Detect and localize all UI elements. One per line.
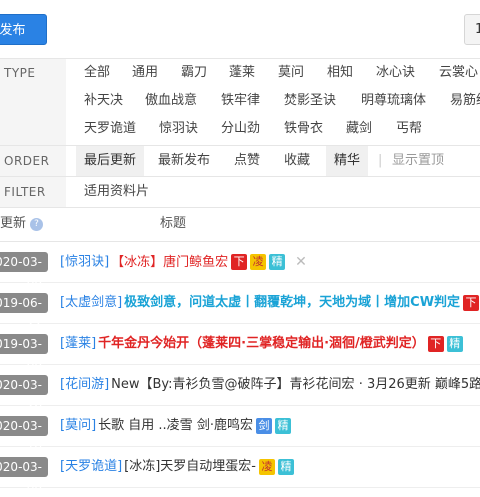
order-last-updated[interactable]: 最后更新	[76, 146, 145, 176]
date-badge: 2020-03-08	[0, 252, 48, 289]
filter-row: FILTER 适用资料片	[0, 177, 480, 208]
date-badge: 2020-03-08	[0, 457, 48, 494]
type-tags: 全部 通用 霸刀 蓬莱 莫问 相知 冰心诀 云裳心 补天决 傲血战意 铁牢律 焚…	[66, 59, 480, 143]
label-badge: 精	[269, 254, 286, 270]
category-link[interactable]: [惊羽诀]	[60, 255, 109, 270]
category-link[interactable]: [花间游]	[60, 377, 109, 392]
type-filter-row: TYPE 全部 通用 霸刀 蓬莱 莫问 相知 冰心诀 云裳心 补天决 傲血战意 …	[0, 59, 480, 146]
type-tag[interactable]: 蓬莱	[229, 59, 255, 87]
table-row[interactable]: 2019-06-22 [太虚剑意]极致剑意，问道太虚丨翻覆乾坤，天地为域丨增加CW…	[0, 283, 480, 330]
category-link[interactable]: [莫问]	[60, 418, 96, 433]
order-likes[interactable]: 点赞	[226, 146, 268, 176]
close-icon[interactable]: ✕	[295, 254, 307, 270]
row-content: [花间游] New【By:青衫负雪@破阵子】青衫花间宏 · 3月26更新 巅峰5路	[60, 365, 480, 405]
category-link[interactable]: [天罗诡道]	[60, 459, 122, 474]
table-row[interactable]: 2019-03-08 [蓬莱]千年金丹今始开（蓬莱四·三掌稳定输出·涸徊/橙武判定…	[0, 324, 480, 371]
label-badge: 精	[274, 417, 291, 434]
list-header: 更新 ? 标题	[0, 207, 480, 242]
publish-button[interactable]: 发布	[0, 14, 47, 45]
type-label: TYPE	[0, 59, 66, 145]
page-selector[interactable]: 1	[464, 14, 480, 45]
macro-list: 2020-03-08[惊羽诀]【冰冻】唐门鲸鱼宏下凌精✕2019-06-22[太…	[0, 242, 480, 494]
row-content: [天罗诡道] [冰冻]天罗自动埋蛋宏- 凌精	[60, 447, 294, 487]
type-tag[interactable]: 莫问	[278, 59, 304, 87]
label-badge: 精	[446, 335, 463, 352]
label-badge: 下	[427, 335, 444, 352]
filter-panel: TYPE 全部 通用 霸刀 蓬莱 莫问 相知 冰心诀 云裳心 补天决 傲血战意 …	[0, 59, 480, 208]
order-featured[interactable]: 精华	[326, 146, 369, 176]
label-badge: 剑	[255, 417, 272, 434]
type-tag[interactable]: 霸刀	[181, 59, 207, 87]
date-badge: 2020-03-10	[0, 416, 48, 453]
label-badge: 下	[231, 254, 248, 270]
type-tag[interactable]: 相知	[327, 59, 353, 87]
date-badge: 2019-03-08	[0, 334, 48, 371]
row-content: [蓬莱] 千年金丹今始开（蓬莱四·三掌稳定输出·涸徊/橙武判定）下精	[60, 324, 463, 364]
row-content: [莫问] 长歌 自用 ..凌雪 剑·鹿鸣宏剑精	[60, 406, 291, 446]
table-row[interactable]: 2020-03-10 [莫问]长歌 自用 ..凌雪 剑·鹿鸣宏剑精	[0, 406, 480, 453]
order-favorites[interactable]: 收藏	[276, 146, 318, 176]
type-tag[interactable]: 傲血战意	[145, 87, 197, 115]
type-tag[interactable]: 铁牢律	[221, 87, 260, 115]
top-toolbar: 发布 1	[0, 0, 480, 59]
title-link[interactable]: New【By:青衫负雪@破阵子】青衫花间宏 · 3月26更新 巅峰5路	[111, 377, 480, 392]
filter-expansion[interactable]: 适用资料片	[84, 177, 149, 207]
order-filter-row: ORDER 最后更新 最新发布 点赞 收藏 精华 | 显示置顶	[0, 146, 480, 177]
title-link[interactable]: 【冰冻】唐门鲸鱼宏	[111, 255, 228, 270]
label-badge: 凌	[259, 458, 275, 475]
row-content: [惊羽诀] 【冰冻】唐门鲸鱼宏下凌精 ✕	[60, 242, 307, 283]
type-tag[interactable]: 焚影圣诀	[284, 87, 336, 115]
col-title: 标题	[160, 216, 187, 231]
type-tag[interactable]: 明尊琉璃体	[361, 87, 426, 115]
type-tag[interactable]: 天罗诡道	[84, 115, 136, 143]
order-newest[interactable]: 最新发布	[150, 146, 218, 176]
type-tag[interactable]: 通用	[132, 59, 158, 87]
type-tag[interactable]: 冰心诀	[376, 59, 415, 87]
date-badge: 2019-06-22	[0, 293, 48, 330]
type-tag[interactable]: 补天决	[84, 87, 123, 115]
label-badge: 精	[278, 458, 294, 475]
title-link[interactable]: [冰冻]天罗自动埋蛋宏-	[124, 459, 256, 474]
label-badge: 凌	[250, 254, 267, 270]
type-tag[interactable]: 易筋经	[450, 87, 480, 115]
title-link[interactable]: 千年金丹今始开（蓬莱四·三掌稳定输出·涸徊/橙武判定）	[98, 336, 425, 351]
type-tag[interactable]: 惊羽诀	[159, 115, 198, 143]
date-badge: 2020-03-26	[0, 375, 48, 412]
type-tag[interactable]: 藏剑	[346, 115, 372, 143]
order-separator: |	[378, 153, 383, 168]
type-tag[interactable]: 云裳心	[439, 59, 478, 87]
order-label: ORDER	[0, 146, 66, 176]
row-content: [太虚剑意] 极致剑意，问道太虚丨翻覆乾坤，天地为域丨增加CW判定下	[60, 283, 480, 323]
title-link[interactable]: 极致剑意，问道太虚丨翻覆乾坤，天地为域丨增加CW判定	[124, 295, 460, 310]
filter-label: FILTER	[0, 177, 66, 207]
category-link[interactable]: [蓬莱]	[60, 336, 96, 351]
table-row[interactable]: 2020-03-08 [天罗诡道][冰冻]天罗自动埋蛋宏-凌精	[0, 447, 480, 494]
table-row[interactable]: 2020-03-08 [惊羽诀]【冰冻】唐门鲸鱼宏下凌精 ✕	[0, 242, 480, 289]
type-tag[interactable]: 铁骨衣	[284, 115, 323, 143]
type-tag[interactable]: 全部	[84, 59, 110, 87]
label-badge: 下	[463, 294, 480, 311]
table-row[interactable]: 2020-03-26 [花间游]New【By:青衫负雪@破阵子】青衫花间宏 · 3…	[0, 365, 480, 412]
title-link[interactable]: 长歌 自用 ..凌雪 剑·鹿鸣宏	[98, 418, 253, 433]
type-tag[interactable]: 分山劲	[221, 115, 260, 143]
type-tag[interactable]: 丐帮	[396, 115, 422, 143]
order-show-pinned[interactable]: 显示置顶	[384, 146, 452, 176]
category-link[interactable]: [太虚剑意]	[60, 295, 122, 310]
help-icon[interactable]: ?	[30, 218, 43, 231]
col-updated[interactable]: 更新	[0, 207, 26, 241]
